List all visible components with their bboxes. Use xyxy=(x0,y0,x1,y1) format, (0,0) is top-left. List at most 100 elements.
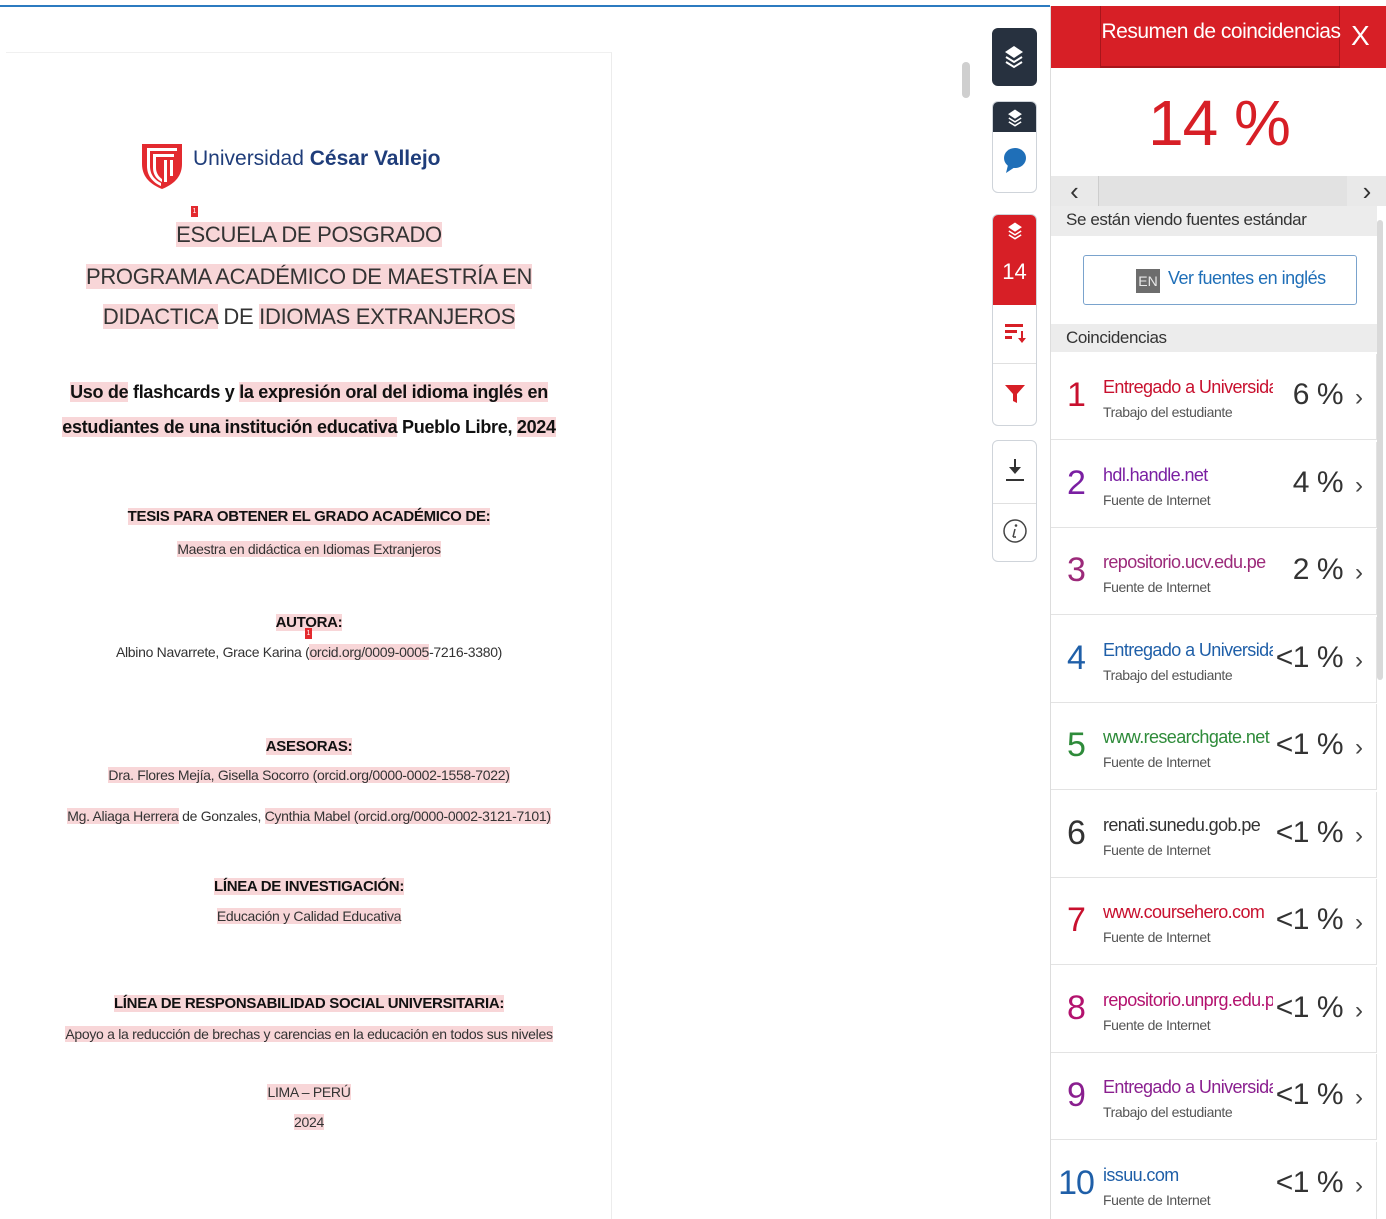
layers-icon xyxy=(993,108,1036,128)
chevron-right-icon[interactable]: › xyxy=(1355,997,1363,1025)
match-source-link[interactable]: Entregado a Universida... xyxy=(1103,377,1273,398)
view-english-sources-button[interactable]: EN Ver fuentes en inglés xyxy=(1083,255,1357,305)
match-source-link[interactable]: Entregado a Universida... xyxy=(1103,640,1273,661)
match-source-link[interactable]: www.researchgate.net xyxy=(1103,727,1273,748)
chevron-right-icon[interactable]: › xyxy=(1355,822,1363,850)
university-logo: Universidad César Vallejo xyxy=(141,142,471,192)
panel-pager: ‹ › xyxy=(1051,176,1386,206)
rsu-heading: LÍNEA DE RESPONSABILIDAD SOCIAL UNIVERSI… xyxy=(113,995,505,1012)
panel-title: Resumen de coincidencias xyxy=(1101,20,1341,43)
match-item[interactable]: 5 www.researchgate.net Fuente de Internet <… xyxy=(1051,704,1377,790)
similarity-group[interactable]: 14 xyxy=(992,214,1037,426)
university-name: Universidad César Vallejo xyxy=(193,147,440,171)
chevron-right-icon[interactable]: › xyxy=(1355,1172,1363,1200)
research-line-heading: LÍNEA DE INVESTIGACIÓN: xyxy=(213,878,405,895)
info-icon[interactable] xyxy=(993,518,1036,544)
university-name-bold: César Vallejo xyxy=(309,147,441,170)
document-scrollbar[interactable] xyxy=(962,62,970,98)
sources-info: Se están viendo fuentes estándar xyxy=(1051,206,1377,236)
tools-group[interactable] xyxy=(992,440,1037,562)
comments-group[interactable] xyxy=(992,101,1037,193)
panel-scrollbar[interactable] xyxy=(1377,220,1383,680)
next-button[interactable]: › xyxy=(1347,176,1386,206)
match-source-link[interactable]: renati.sunedu.gob.pe xyxy=(1103,815,1273,836)
match-percent: 6 % xyxy=(1292,378,1344,411)
match-percent: <1 % xyxy=(1275,728,1344,761)
layers-icon xyxy=(993,221,1036,241)
close-button[interactable]: X xyxy=(1351,20,1370,52)
advisor-2: Mg. Aliaga Herrera de Gonzales, Cynthia … xyxy=(67,808,551,824)
chevron-right-icon[interactable]: › xyxy=(1355,559,1363,587)
language-badge-icon: EN xyxy=(1136,269,1160,293)
place: LIMA – PERÚ xyxy=(267,1084,351,1100)
year: 2024 xyxy=(294,1114,324,1130)
match-source-type: Fuente de Internet xyxy=(1103,841,1211,858)
match-source-link[interactable]: hdl.handle.net xyxy=(1103,465,1273,486)
similarity-button[interactable]: 14 xyxy=(993,215,1036,305)
thesis-title-line-1: Uso de flashcards y la expresión oral de… xyxy=(70,382,548,402)
match-percent: <1 % xyxy=(1275,1078,1344,1111)
match-source-type: Trabajo del estudiante xyxy=(1103,666,1233,683)
match-marker[interactable]: 1 xyxy=(191,206,198,217)
download-icon[interactable] xyxy=(993,457,1036,483)
match-source-link[interactable]: repositorio.unprg.edu.pe xyxy=(1103,990,1273,1011)
chevron-right-icon[interactable]: › xyxy=(1355,1084,1363,1112)
prev-button[interactable]: ‹ xyxy=(1051,176,1099,206)
match-number: 3 xyxy=(1067,551,1086,589)
match-number: 6 xyxy=(1067,813,1086,852)
advisor-1: Dra. Flores Mejía, Gisella Socorro (orci… xyxy=(108,767,510,783)
match-source-link[interactable]: Entregado a Universida... xyxy=(1103,1077,1273,1098)
match-count: 14 xyxy=(1002,259,1027,284)
match-overview-panel: Resumen de coincidencias X 14 % ‹ › Se e… xyxy=(1050,6,1386,1219)
match-number: 7 xyxy=(1067,901,1086,939)
match-item[interactable]: 6 renati.sunedu.gob.pe Fuente de Internet <… xyxy=(1051,791,1377,878)
comment-icon[interactable] xyxy=(993,146,1036,174)
chevron-right-icon[interactable]: › xyxy=(1355,909,1363,937)
match-source-link[interactable]: www.coursehero.com xyxy=(1103,902,1273,923)
match-percent: <1 % xyxy=(1275,990,1344,1024)
match-source-type: Fuente de Internet xyxy=(1103,579,1211,595)
match-percent: 4 % xyxy=(1292,465,1344,499)
sort-icon[interactable] xyxy=(993,321,1036,345)
match-percent: <1 % xyxy=(1275,815,1344,849)
match-percent: <1 % xyxy=(1275,1165,1344,1199)
match-percent: <1 % xyxy=(1275,640,1344,674)
match-number: 1 xyxy=(1067,376,1086,414)
thesis-heading: TESIS PARA OBTENER EL GRADO ACADÉMICO DE… xyxy=(127,508,491,525)
match-item[interactable]: 3 repositorio.ucv.edu.pe Fuente de Interne… xyxy=(1051,529,1377,615)
match-percent: <1 % xyxy=(1275,903,1344,936)
match-item[interactable]: 7 www.coursehero.com Fuente de Internet <1 … xyxy=(1051,879,1377,965)
match-source-type: Trabajo del estudiante xyxy=(1103,404,1233,420)
program-line-1: PROGRAMA ACADÉMICO DE MAESTRÍA EN xyxy=(85,264,533,289)
top-divider xyxy=(0,5,1050,7)
match-marker[interactable]: 1 xyxy=(305,628,312,639)
matches-heading: Coincidencias xyxy=(1051,324,1377,352)
match-item[interactable]: 2 hdl.handle.net Fuente de Internet 4 % › xyxy=(1051,441,1377,528)
chevron-right-icon[interactable]: › xyxy=(1355,384,1363,412)
university-name-regular: Universidad xyxy=(193,147,304,170)
match-number: 2 xyxy=(1067,463,1086,502)
match-item[interactable]: 4 Entregado a Universida... Trabajo del es… xyxy=(1051,616,1377,703)
panel-header: Resumen de coincidencias X xyxy=(1051,6,1386,68)
chevron-right-icon[interactable]: › xyxy=(1355,734,1363,762)
match-item[interactable]: 8 repositorio.unprg.edu.pe Fuente de Inter… xyxy=(1051,966,1377,1053)
program-line-2: DIDACTICA DE IDIOMAS EXTRANJEROS xyxy=(102,304,516,329)
match-source-type: Fuente de Internet xyxy=(1103,929,1211,945)
filter-icon[interactable] xyxy=(993,383,1036,405)
university-shield-icon xyxy=(142,144,182,189)
match-source-link[interactable]: issuu.com xyxy=(1103,1165,1273,1186)
chevron-right-icon[interactable]: › xyxy=(1355,472,1363,500)
match-item[interactable]: 9 Entregado a Universida... Trabajo del es… xyxy=(1051,1054,1377,1140)
match-number: 5 xyxy=(1067,726,1086,764)
view-english-sources-label: Ver fuentes en inglés xyxy=(1168,268,1326,288)
match-item[interactable]: 1 Entregado a Universida... Trabajo del es… xyxy=(1051,354,1377,440)
match-item[interactable]: 10 issuu.com Fuente de Internet <1 % › xyxy=(1051,1141,1377,1219)
match-source-type: Fuente de Internet xyxy=(1103,1016,1211,1033)
school-name: ESCUELA DE POSGRADO xyxy=(176,222,442,247)
match-source-link[interactable]: repositorio.ucv.edu.pe xyxy=(1103,552,1273,573)
chevron-right-icon[interactable]: › xyxy=(1355,647,1363,675)
layers-tab[interactable] xyxy=(993,102,1036,132)
match-number: 9 xyxy=(1067,1076,1086,1114)
overall-similarity-percent: 14 % xyxy=(1148,87,1291,159)
layers-button[interactable] xyxy=(992,28,1037,86)
